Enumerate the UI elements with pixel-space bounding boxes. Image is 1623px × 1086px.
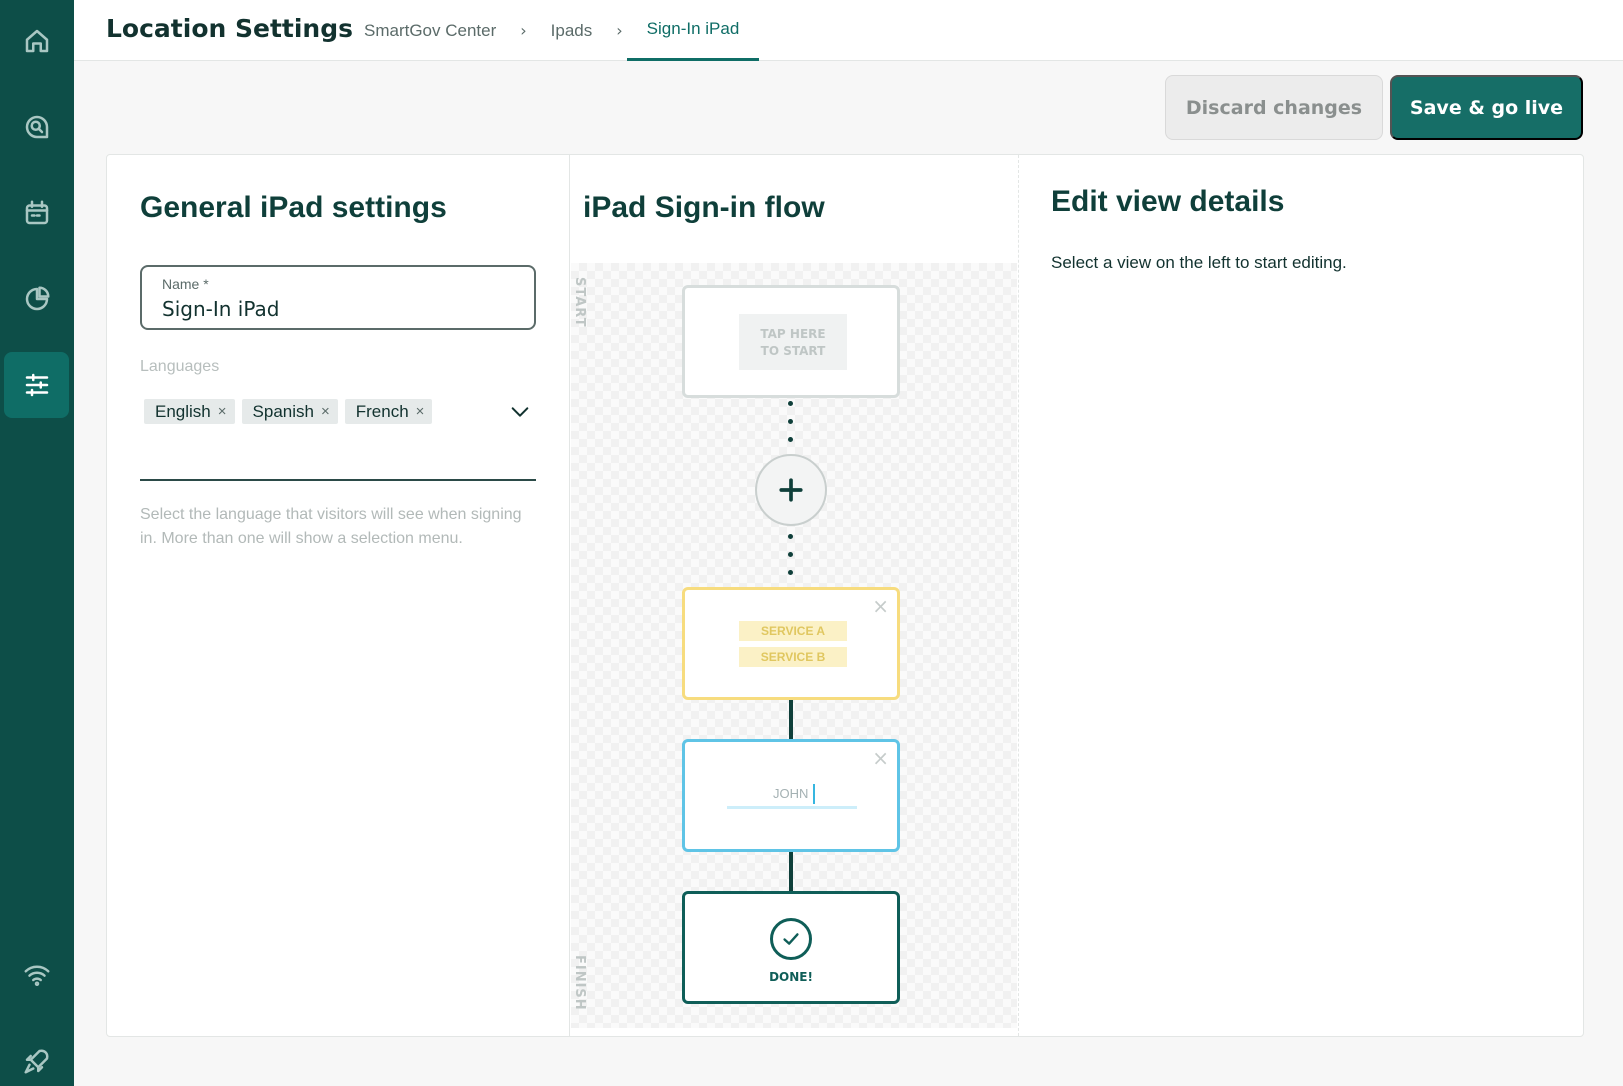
remove-english-icon[interactable]: × (218, 403, 227, 420)
breadcrumb-ipads[interactable]: Ipads (531, 0, 613, 61)
edit-title-pre: Edit (1051, 185, 1116, 218)
connector-dot (788, 570, 793, 575)
nav-reports[interactable] (4, 266, 69, 332)
language-chip-english: English × (144, 399, 235, 424)
flow-finish-label: FINISH (572, 955, 587, 1011)
language-chip-label: Spanish (252, 401, 314, 421)
edit-title-bold: view (1116, 185, 1182, 218)
breadcrumb-sign-in-ipad[interactable]: Sign-In iPad (626, 0, 760, 61)
flow-step-services[interactable]: × SERVICE A SERVICE B (682, 587, 900, 700)
top-bar: Location Settings SmartGov Center › Ipad… (74, 0, 1623, 61)
done-label: DONE! (769, 970, 813, 984)
settings-card: General iPad settings Name * Sign-In iPa… (106, 154, 1584, 1037)
languages-label: Languages (140, 358, 220, 375)
language-chip-spanish: Spanish × (241, 399, 338, 424)
connector-dot (788, 419, 793, 424)
close-icon[interactable]: × (872, 748, 889, 768)
nav-launch[interactable] (4, 1028, 69, 1086)
service-a-tag: SERVICE A (739, 621, 847, 641)
tap-to-start-line1: TAP HERE (760, 327, 826, 341)
plus-icon (779, 478, 803, 502)
tap-to-start-line2: TO START (760, 344, 826, 358)
save-go-live-button[interactable]: Save & go live (1390, 75, 1583, 140)
connector-dot (788, 437, 793, 442)
check-icon (783, 933, 799, 945)
edit-hint-text: Select a view on the left to start editi… (1051, 253, 1347, 272)
column-divider (569, 155, 570, 1036)
languages-dropdown-toggle[interactable] (509, 401, 531, 423)
connector-dot (788, 552, 793, 557)
language-chip-label: English (155, 401, 211, 421)
name-field-value[interactable]: Sign-In iPad (162, 297, 279, 321)
sliders-icon (25, 373, 48, 397)
general-settings-title: General iPad settings (140, 191, 447, 224)
language-chips: English × Spanish × French × (144, 399, 433, 424)
breadcrumb-separator: › (520, 21, 527, 40)
home-icon (25, 29, 48, 53)
chat-search-icon (25, 115, 48, 139)
flow-step-name-input[interactable]: × JOHN (682, 739, 900, 852)
add-step-button[interactable] (755, 454, 827, 526)
input-underline (727, 806, 857, 809)
breadcrumb-separator: › (616, 21, 623, 40)
breadcrumb: SmartGov Center › Ipads › Sign-In iPad (344, 0, 760, 61)
edit-title-post: details (1181, 185, 1285, 218)
flow-step-start[interactable]: TAP HERE TO START (682, 285, 900, 398)
nav-home[interactable] (4, 8, 69, 74)
connector-dot (788, 401, 793, 406)
name-field-label: Name * (162, 276, 209, 292)
calendar-icon (25, 200, 48, 225)
flow-step-done[interactable]: DONE! (682, 891, 900, 1004)
sidebar (0, 0, 74, 1086)
nav-calendar[interactable] (4, 180, 69, 246)
tap-to-start-box: TAP HERE TO START (739, 314, 847, 370)
languages-underline (140, 479, 536, 481)
remove-french-icon[interactable]: × (416, 403, 425, 420)
text-caret (813, 784, 815, 804)
breadcrumb-smartgov-center[interactable]: SmartGov Center (344, 0, 516, 61)
pie-chart-icon (25, 286, 49, 311)
name-input-preview: JOHN (773, 786, 809, 801)
close-icon[interactable]: × (872, 596, 889, 616)
check-circle-icon (770, 918, 812, 960)
service-b-tag: SERVICE B (739, 647, 847, 667)
language-chip-french: French × (344, 399, 433, 424)
sign-in-flow-title: iPad Sign-in flow (583, 191, 825, 224)
edit-view-details-title: Edit view details (1051, 185, 1284, 219)
connector-line (789, 852, 793, 891)
languages-help-text: Select the language that visitors will s… (140, 506, 522, 547)
nav-settings[interactable] (4, 352, 69, 418)
chevron-down-icon (511, 407, 529, 417)
wifi-icon (24, 965, 49, 987)
rocket-icon (24, 1049, 48, 1074)
flow-start-label: START (572, 277, 587, 328)
nav-connectivity[interactable] (4, 942, 69, 1008)
remove-spanish-icon[interactable]: × (321, 403, 330, 420)
language-chip-label: French (355, 401, 409, 421)
connector-dot (788, 534, 793, 539)
column-divider (1018, 155, 1019, 1036)
connector-line (789, 700, 793, 739)
page-title: Location Settings (106, 14, 353, 43)
name-field[interactable]: Name * Sign-In iPad (140, 265, 536, 330)
discard-changes-button[interactable]: Discard changes (1165, 75, 1383, 140)
nav-messages[interactable] (4, 94, 69, 160)
